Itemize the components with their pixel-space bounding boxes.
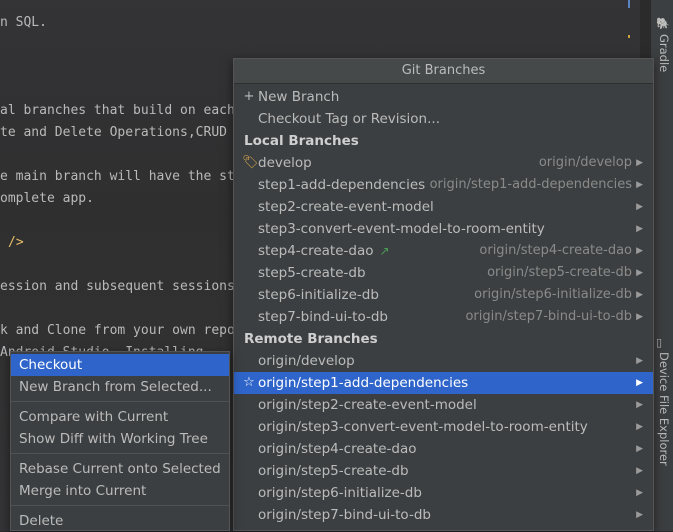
tracked-remote: origin/step6-initialize-db <box>474 287 632 302</box>
submenu-arrow-icon: ▶ <box>636 312 643 322</box>
branch-name: step5-create-db <box>258 265 366 281</box>
branch-name: origin/develop <box>258 353 355 369</box>
branch-name: origin/step7-bind-ui-to-db <box>258 507 431 523</box>
delete-menu-item[interactable]: Delete <box>11 510 229 532</box>
branch-name: develop <box>258 155 312 171</box>
plus-icon: + <box>243 89 255 104</box>
tracked-remote: origin/step4-create-dao <box>479 243 632 258</box>
gradle-tool-button[interactable]: Gradle <box>657 34 671 72</box>
menu-separator <box>11 453 229 454</box>
remote-branch-develop[interactable]: origin/develop ▶ <box>234 350 653 372</box>
editor-line: ession and subsequent sessions <box>0 279 235 294</box>
remote-branch-step6[interactable]: origin/step6-initialize-db ▶ <box>234 482 653 504</box>
local-branch-step1[interactable]: step1-add-dependencies origin/step1-add-… <box>234 174 653 196</box>
branch-name: step4-create-dao <box>258 243 374 259</box>
remote-branch-step2[interactable]: origin/step2-create-event-model ▶ <box>234 394 653 416</box>
merge-menu-item[interactable]: Merge into Current <box>11 480 229 502</box>
branch-name: step1-add-dependencies <box>258 177 426 193</box>
scrollbar-marker <box>628 0 630 8</box>
compare-with-current-menu-item[interactable]: Compare with Current <box>11 406 229 428</box>
device-file-explorer-tool-button[interactable]: Device File Explorer <box>657 352 671 466</box>
local-branch-step6[interactable]: step6-initialize-db origin/step6-initial… <box>234 284 653 306</box>
rebase-menu-item[interactable]: Rebase Current onto Selected <box>11 458 229 480</box>
editor-line: e main branch will have the st <box>0 169 235 184</box>
local-branch-step7[interactable]: step7-bind-ui-to-db origin/step7-bind-ui… <box>234 306 653 328</box>
show-diff-menu-item[interactable]: Show Diff with Working Tree <box>11 428 229 450</box>
tracked-remote: origin/step5-create-db <box>487 265 632 280</box>
local-branch-step5[interactable]: step5-create-db origin/step5-create-db ▶ <box>234 262 653 284</box>
remote-branch-step5[interactable]: origin/step5-create-db ▶ <box>234 460 653 482</box>
remote-branch-step4[interactable]: origin/step4-create-dao ▶ <box>234 438 653 460</box>
branch-context-menu: Checkout New Branch from Selected... Com… <box>10 351 230 531</box>
submenu-arrow-icon: ▶ <box>636 246 643 256</box>
local-branch-step2[interactable]: step2-create-event-model ▶ <box>234 196 653 218</box>
branch-name: origin/step2-create-event-model <box>258 397 477 413</box>
branch-name: step3-convert-event-model-to-room-entity <box>258 221 545 237</box>
star-icon[interactable]: ☆ <box>242 372 256 394</box>
branch-name: origin/step6-initialize-db <box>258 485 422 501</box>
submenu-arrow-icon: ▶ <box>636 202 643 212</box>
menu-separator <box>11 505 229 506</box>
submenu-arrow-icon: ▶ <box>636 378 643 388</box>
popup-title: Git Branches <box>234 59 653 84</box>
submenu-arrow-icon: ▶ <box>636 158 643 168</box>
editor-line: k and Clone from your own repo <box>0 323 235 338</box>
editor-line: omplete app. <box>0 191 94 206</box>
tracked-remote: origin/step1-add-dependencies <box>429 177 632 192</box>
submenu-arrow-icon: ▶ <box>636 444 643 454</box>
branch-name: origin/step4-create-dao <box>258 441 417 457</box>
submenu-arrow-icon: ▶ <box>636 224 643 234</box>
menu-separator <box>11 401 229 402</box>
git-branches-popup: Git Branches + New Branch Checkout Tag o… <box>233 58 654 531</box>
checkout-menu-item[interactable]: Checkout <box>11 354 229 376</box>
submenu-arrow-icon: ▶ <box>636 510 643 520</box>
submenu-arrow-icon: ▶ <box>636 400 643 410</box>
device-explorer-icon[interactable]: ▯ <box>656 337 668 349</box>
remote-branch-step7[interactable]: origin/step7-bind-ui-to-db ▶ <box>234 504 653 526</box>
tag-icon: 🏷 <box>242 155 259 170</box>
submenu-arrow-icon: ▶ <box>636 180 643 190</box>
submenu-arrow-icon: ▶ <box>636 466 643 476</box>
local-branch-step3[interactable]: step3-convert-event-model-to-room-entity… <box>234 218 653 240</box>
submenu-arrow-icon: ▶ <box>636 290 643 300</box>
submenu-arrow-icon: ▶ <box>636 356 643 366</box>
branch-name: step6-initialize-db <box>258 287 379 303</box>
remote-branch-step1[interactable]: ☆ origin/step1-add-dependencies ▶ <box>234 372 653 394</box>
remote-branches-header: Remote Branches <box>244 331 378 347</box>
editor-line: al branches that build on each <box>0 103 235 118</box>
local-branch-develop[interactable]: 🏷 develop origin/develop ▶ <box>234 152 653 174</box>
editor-line: n SQL. <box>0 15 47 30</box>
outgoing-arrow-icon: ↗ <box>379 244 390 258</box>
branch-name: origin/step3-convert-event-model-to-room… <box>258 419 588 435</box>
scrollbar-marker <box>628 35 630 38</box>
editor-line: te and Delete Operations,CRUD <box>0 125 227 140</box>
submenu-arrow-icon: ▶ <box>636 268 643 278</box>
branch-name: origin/step5-create-db <box>258 463 409 479</box>
remote-branch-step3[interactable]: origin/step3-convert-event-model-to-room… <box>234 416 653 438</box>
checkout-tag-label: Checkout Tag or Revision... <box>258 111 440 127</box>
tracked-remote: origin/develop <box>538 155 632 170</box>
tracked-remote: origin/step7-bind-ui-to-db <box>465 309 632 324</box>
new-branch-label: New Branch <box>258 89 340 105</box>
local-branch-step4[interactable]: step4-create-dao ↗ origin/step4-create-da… <box>234 240 653 262</box>
new-branch-from-selected-menu-item[interactable]: New Branch from Selected... <box>11 376 229 398</box>
branch-name: step2-create-event-model <box>258 199 434 215</box>
submenu-arrow-icon: ▶ <box>636 422 643 432</box>
new-branch-item[interactable]: + New Branch <box>234 86 653 108</box>
local-branches-header: Local Branches <box>244 133 359 149</box>
checkout-tag-item[interactable]: Checkout Tag or Revision... <box>234 108 653 130</box>
branch-name: step7-bind-ui-to-db <box>258 309 388 325</box>
submenu-arrow-icon: ▶ <box>636 488 643 498</box>
gradle-icon[interactable]: 🐘 <box>656 18 670 30</box>
branch-name: origin/step1-add-dependencies <box>258 375 469 391</box>
editor-line: /> <box>8 235 24 250</box>
